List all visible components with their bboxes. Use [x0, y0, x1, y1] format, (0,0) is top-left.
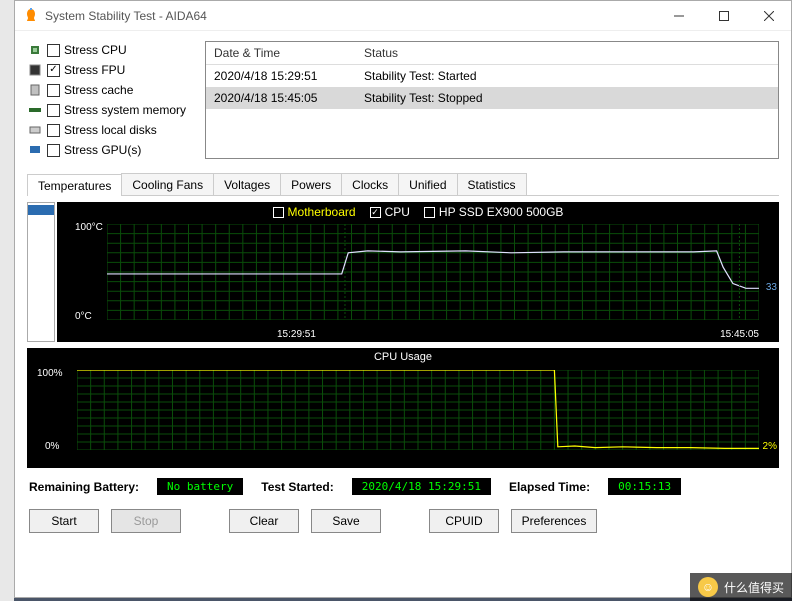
fpu-icon	[27, 62, 43, 78]
log-row[interactable]: 2020/4/18 15:29:51 Stability Test: Start…	[206, 65, 778, 87]
log-header-datetime[interactable]: Date & Time	[206, 42, 356, 64]
legend-ssd[interactable]: HP SSD EX900 500GB	[424, 205, 564, 219]
stress-item-fpu[interactable]: Stress FPU	[27, 61, 195, 79]
stress-option-list: Stress CPU Stress FPU Stress cache Stres…	[27, 41, 195, 159]
cpu-icon	[27, 42, 43, 58]
minimize-button[interactable]	[656, 1, 701, 31]
stress-label: Stress cache	[64, 83, 133, 97]
top-row: Stress CPU Stress FPU Stress cache Stres…	[27, 41, 779, 159]
elapsed-label: Elapsed Time:	[509, 480, 590, 494]
app-icon	[23, 8, 39, 24]
chart-legend: Motherboard CPU HP SSD EX900 500GB	[57, 205, 779, 219]
log-header: Date & Time Status	[206, 42, 778, 65]
stress-item-cache[interactable]: Stress cache	[27, 81, 195, 99]
checkbox[interactable]	[47, 144, 60, 157]
stress-item-memory[interactable]: Stress system memory	[27, 101, 195, 119]
stress-item-gpu[interactable]: Stress GPU(s)	[27, 141, 195, 159]
stop-button[interactable]: Stop	[111, 509, 181, 533]
stress-label: Stress GPU(s)	[64, 143, 141, 157]
cpu-usage-chart-row: CPU Usage 100% 0% 2%	[27, 348, 779, 468]
checkbox[interactable]	[47, 44, 60, 57]
y-axis-bot: 0%	[45, 441, 59, 452]
battery-value: No battery	[157, 478, 243, 495]
checkbox[interactable]	[47, 84, 60, 97]
memory-icon	[27, 102, 43, 118]
preferences-button[interactable]: Preferences	[511, 509, 597, 533]
tab-temperatures[interactable]: Temperatures	[27, 174, 122, 196]
x-axis-right: 15:45:05	[720, 329, 759, 340]
start-button[interactable]: Start	[29, 509, 99, 533]
grid-area	[77, 370, 759, 450]
cpuid-button[interactable]: CPUID	[429, 509, 499, 533]
watermark-text: 什么值得买	[724, 579, 784, 596]
current-temp-value: 33	[766, 282, 777, 293]
disk-icon	[27, 122, 43, 138]
smile-icon: ☺	[698, 577, 718, 597]
status-row: Remaining Battery: No battery Test Start…	[27, 474, 779, 499]
legend-cpu[interactable]: CPU	[370, 205, 410, 219]
watermark: ☺ 什么值得买	[690, 573, 792, 601]
tab-statistics[interactable]: Statistics	[457, 173, 527, 195]
gpu-icon	[27, 142, 43, 158]
stress-label: Stress system memory	[64, 103, 186, 117]
log-header-status[interactable]: Status	[356, 42, 406, 64]
clear-button[interactable]: Clear	[229, 509, 299, 533]
legend-motherboard[interactable]: Motherboard	[273, 205, 356, 219]
checkbox[interactable]	[273, 207, 284, 218]
battery-label: Remaining Battery:	[29, 480, 139, 494]
content-area: Stress CPU Stress FPU Stress cache Stres…	[15, 31, 791, 597]
stress-label: Stress CPU	[64, 43, 127, 57]
x-axis-left: 15:29:51	[277, 329, 316, 340]
stress-label: Stress local disks	[64, 123, 157, 137]
close-button[interactable]	[746, 1, 791, 31]
maximize-button[interactable]	[701, 1, 746, 31]
log-cell-status: Stability Test: Stopped	[356, 87, 491, 109]
started-label: Test Started:	[261, 480, 333, 494]
tab-cooling-fans[interactable]: Cooling Fans	[121, 173, 214, 195]
log-cell-datetime: 2020/4/18 15:29:51	[206, 65, 356, 87]
checkbox[interactable]	[47, 64, 60, 77]
checkbox[interactable]	[47, 104, 60, 117]
log-cell-status: Stability Test: Started	[356, 65, 485, 87]
stress-item-cpu[interactable]: Stress CPU	[27, 41, 195, 59]
y-axis-bot: 0°C	[75, 311, 92, 322]
checkbox[interactable]	[47, 124, 60, 137]
checkbox[interactable]	[424, 207, 435, 218]
grid-area	[107, 224, 759, 320]
log-cell-datetime: 2020/4/18 15:45:05	[206, 87, 356, 109]
button-row: Start Stop Clear Save CPUID Preferences	[27, 505, 779, 537]
checkbox[interactable]	[370, 207, 381, 218]
elapsed-value: 00:15:13	[608, 478, 681, 495]
event-log[interactable]: Date & Time Status 2020/4/18 15:29:51 St…	[205, 41, 779, 159]
legend-block	[28, 205, 54, 215]
log-row[interactable]: 2020/4/18 15:45:05 Stability Test: Stopp…	[206, 87, 778, 109]
tab-clocks[interactable]: Clocks	[341, 173, 399, 195]
tab-bar: Temperatures Cooling Fans Voltages Power…	[27, 173, 779, 196]
left-edge-strip	[0, 0, 14, 601]
cpu-usage-chart: CPU Usage 100% 0% 2%	[27, 348, 779, 468]
temperature-chart: Motherboard CPU HP SSD EX900 500GB 100°C…	[57, 202, 779, 342]
sensor-legend-strip[interactable]	[27, 202, 55, 342]
temperature-chart-row: Motherboard CPU HP SSD EX900 500GB 100°C…	[27, 202, 779, 342]
chart-title: CPU Usage	[27, 351, 779, 363]
tab-voltages[interactable]: Voltages	[213, 173, 281, 195]
save-button[interactable]: Save	[311, 509, 381, 533]
stress-item-disks[interactable]: Stress local disks	[27, 121, 195, 139]
titlebar[interactable]: System Stability Test - AIDA64	[15, 1, 791, 31]
main-window: System Stability Test - AIDA64 Stress CP…	[14, 0, 792, 598]
y-axis-top: 100°C	[75, 222, 103, 233]
tab-unified[interactable]: Unified	[398, 173, 457, 195]
tab-powers[interactable]: Powers	[280, 173, 342, 195]
current-usage-value: 2%	[763, 441, 777, 452]
cache-icon	[27, 82, 43, 98]
stress-label: Stress FPU	[64, 63, 125, 77]
window-title: System Stability Test - AIDA64	[45, 9, 656, 23]
y-axis-top: 100%	[37, 368, 63, 379]
started-value: 2020/4/18 15:29:51	[352, 478, 491, 495]
